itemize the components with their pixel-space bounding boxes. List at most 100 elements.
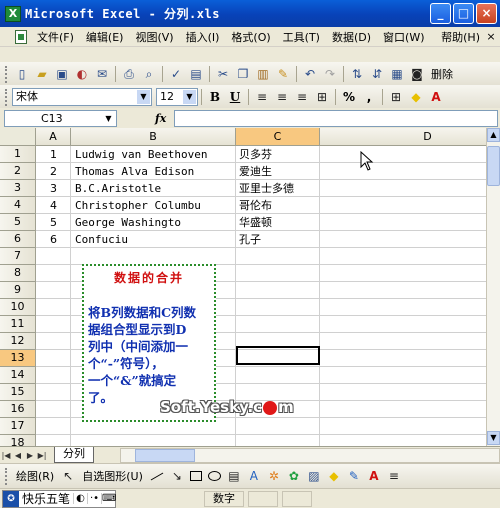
redo-icon[interactable]: ↷: [321, 65, 339, 83]
row-header[interactable]: 5: [0, 214, 36, 231]
menu-insert[interactable]: 插入(I): [180, 29, 226, 45]
row-header[interactable]: 7: [0, 248, 36, 265]
cell-b6[interactable]: Confuciu: [73, 231, 128, 248]
cell-a6[interactable]: 6: [48, 231, 57, 248]
cell-b2[interactable]: Thomas Alva Edison: [73, 163, 194, 180]
merge-center-icon[interactable]: ⊞: [313, 88, 331, 106]
row-header[interactable]: 11: [0, 316, 36, 333]
toolbar-grip[interactable]: [5, 467, 8, 485]
cell-b1[interactable]: Ludwig van Beethoven: [73, 146, 207, 163]
select-all-corner[interactable]: [0, 128, 36, 146]
cell-c1[interactable]: 贝多芬: [237, 146, 272, 163]
column-header-d[interactable]: D: [320, 128, 500, 146]
workbook-icon[interactable]: [15, 29, 27, 44]
row-header[interactable]: 18: [0, 435, 36, 446]
sort-ascending-icon[interactable]: ⇅: [348, 65, 366, 83]
row-header[interactable]: 13: [0, 350, 36, 367]
cut-icon[interactable]: ✂: [214, 65, 232, 83]
chevron-down-icon[interactable]: ▼: [102, 112, 115, 126]
column-header-b[interactable]: B: [71, 128, 236, 146]
menu-help[interactable]: 帮助(H): [437, 29, 484, 45]
cell-b3[interactable]: B.C.Aristotle: [73, 180, 161, 197]
copy-icon[interactable]: ❐: [234, 65, 252, 83]
comma-button[interactable]: ,: [360, 88, 378, 106]
ime-toolbar[interactable]: ✪ 快乐五笔 ◐ ·• ⌨: [2, 489, 116, 508]
horizontal-scrollbar[interactable]: [120, 447, 500, 463]
cell-a2[interactable]: 2: [48, 163, 57, 180]
align-center-icon[interactable]: ≡: [273, 88, 291, 106]
cell-a5[interactable]: 5: [48, 214, 57, 231]
line-icon[interactable]: [150, 472, 164, 480]
ime-name[interactable]: 快乐五笔: [19, 490, 73, 507]
cell-c3[interactable]: 亚里士多德: [237, 180, 294, 197]
autoshapes-button[interactable]: 自选图形(U): [78, 468, 147, 484]
camera-icon[interactable]: ◙: [408, 65, 426, 83]
diagram-icon[interactable]: ✲: [265, 467, 283, 485]
cell-c6[interactable]: 孔子: [237, 231, 261, 248]
rectangle-icon[interactable]: [189, 471, 202, 481]
row-header[interactable]: 1: [0, 146, 36, 163]
font-color-icon[interactable]: A: [365, 467, 383, 485]
chart-wizard-icon[interactable]: ▦: [388, 65, 406, 83]
menu-tools[interactable]: 工具(T): [277, 29, 326, 45]
row-header[interactable]: 9: [0, 282, 36, 299]
minimize-button[interactable]: _: [430, 3, 451, 24]
vertical-scrollbar[interactable]: ▲ ▼: [486, 128, 500, 446]
row-header[interactable]: 15: [0, 384, 36, 401]
next-sheet-icon[interactable]: ▶: [24, 451, 36, 460]
menu-data[interactable]: 数据(D): [326, 29, 377, 45]
menu-view[interactable]: 视图(V): [129, 29, 179, 45]
cell-c4[interactable]: 哥伦布: [237, 197, 272, 214]
cell-a1[interactable]: 1: [48, 146, 57, 163]
cell-b4[interactable]: Christopher Columbu: [73, 197, 201, 214]
cell-c2[interactable]: 爱迪生: [237, 163, 272, 180]
print-preview-icon[interactable]: ⌕: [140, 65, 158, 83]
font-color-icon[interactable]: A: [427, 88, 445, 106]
cell-b5[interactable]: George Washingto: [73, 214, 181, 231]
sheet-tab-active[interactable]: 分列: [54, 447, 94, 463]
new-icon[interactable]: ▯: [13, 65, 31, 83]
maximize-button[interactable]: □: [453, 3, 474, 24]
insert-function-icon[interactable]: fx: [155, 112, 166, 125]
toolbar-grip[interactable]: [5, 65, 8, 83]
scroll-down-icon[interactable]: ▼: [487, 431, 500, 445]
save-icon[interactable]: ▣: [53, 65, 71, 83]
menu-format[interactable]: 格式(O): [225, 29, 276, 45]
menu-file[interactable]: 文件(F): [31, 29, 80, 45]
toolbar-grip[interactable]: [5, 88, 8, 106]
name-box[interactable]: C13 ▼: [4, 109, 117, 127]
row-header[interactable]: 16: [0, 401, 36, 418]
scroll-thumb[interactable]: [487, 146, 500, 186]
prev-sheet-icon[interactable]: ◀: [12, 451, 24, 460]
row-header[interactable]: 2: [0, 163, 36, 180]
spelling-icon[interactable]: ✓: [167, 65, 185, 83]
fill-color-icon[interactable]: ◆: [325, 467, 343, 485]
scroll-up-icon[interactable]: ▲: [487, 128, 500, 142]
row-header[interactable]: 3: [0, 180, 36, 197]
percent-button[interactable]: %: [340, 88, 358, 106]
picture-icon[interactable]: ▨: [305, 467, 323, 485]
soft-keyboard-icon[interactable]: ⌨: [101, 493, 116, 504]
clip-art-icon[interactable]: ✿: [285, 467, 303, 485]
workbook-close-button[interactable]: ×: [484, 30, 498, 44]
print-icon[interactable]: ⎙: [120, 65, 138, 83]
arrow-icon[interactable]: ↘: [168, 467, 186, 485]
row-header[interactable]: 17: [0, 418, 36, 435]
close-button[interactable]: ×: [476, 3, 497, 24]
menu-window[interactable]: 窗口(W): [377, 29, 430, 45]
excel-app-icon[interactable]: X: [5, 5, 21, 22]
undo-icon[interactable]: ↶: [301, 65, 319, 83]
font-name-select[interactable]: 宋体 ▼: [12, 88, 152, 106]
sort-descending-icon[interactable]: ⇵: [368, 65, 386, 83]
formula-input[interactable]: [174, 109, 498, 127]
row-header[interactable]: 12: [0, 333, 36, 350]
cell-a4[interactable]: 4: [48, 197, 57, 214]
bold-button[interactable]: B: [206, 88, 224, 106]
punctuation-icon[interactable]: ·•: [87, 493, 101, 504]
row-header[interactable]: 4: [0, 197, 36, 214]
permission-icon[interactable]: ◐: [73, 65, 91, 83]
menu-edit[interactable]: 编辑(E): [80, 29, 130, 45]
line-style-icon[interactable]: ≡: [385, 467, 403, 485]
column-header-c[interactable]: C: [236, 128, 320, 146]
wordart-icon[interactable]: A: [245, 467, 263, 485]
